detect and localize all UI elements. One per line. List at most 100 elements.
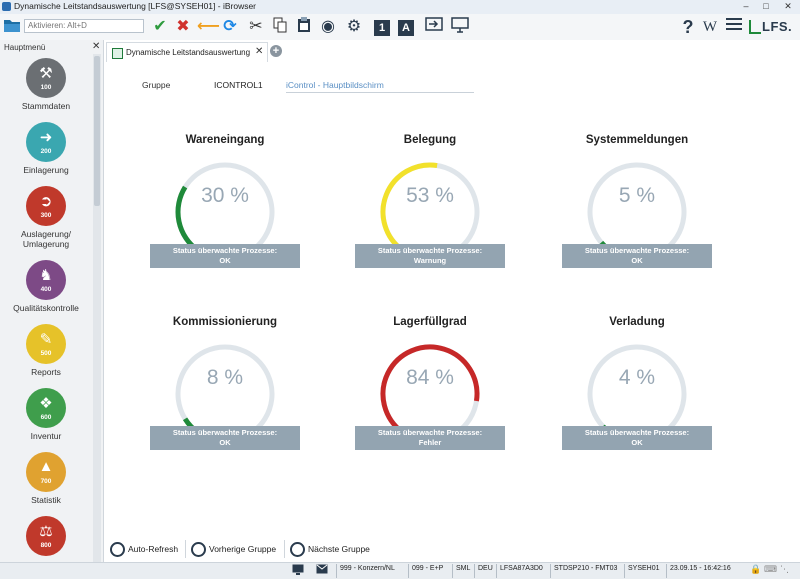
status-bar: 999 - Konzern/NL 099 - E+P SML DEU LFSA8… (0, 562, 800, 579)
menu-item-reports[interactable]: ✎ 500 Reports (0, 324, 92, 388)
group-code: ICONTROL1 (214, 80, 263, 90)
font-a-icon[interactable]: A (396, 17, 416, 37)
divider (496, 564, 497, 578)
sidebar-scrollbar[interactable] (93, 54, 101, 562)
gauge-title: Systemmeldungen (585, 134, 689, 146)
store-out-icon: ➲ (39, 193, 53, 210)
export-icon[interactable] (424, 17, 444, 37)
menu-item-statistik[interactable]: ▲ 700 Statistik (0, 452, 92, 516)
monitor-icon[interactable] (450, 17, 470, 37)
status-language: DEU (478, 565, 493, 572)
gauge-value: 5 % (618, 184, 656, 207)
font-a-label: A (398, 20, 414, 36)
gauge-status: Status überwachte Prozesse: OK (150, 426, 300, 450)
menu-item-circle: ⚖ 800 (26, 516, 66, 556)
status-module: SML (456, 565, 471, 572)
divider (624, 564, 625, 578)
gauge-status-caption: Status überwachte Prozesse: (377, 428, 483, 437)
minimize-icon[interactable]: – (736, 0, 756, 13)
menu-item-qualitaetskontrolle[interactable]: ♞ 400 Qualitätskontrolle (0, 260, 92, 324)
menu-item-label: Statistik (31, 495, 61, 505)
settings-icon[interactable]: ⚙ (344, 17, 364, 37)
previous-group-radio[interactable] (191, 542, 206, 557)
gauge-status: Status überwachte Prozesse: Warnung (355, 244, 505, 268)
cut-icon[interactable]: ✂ (246, 17, 266, 37)
font-1-icon[interactable]: 1 (372, 17, 392, 37)
gauge-status-caption: Status überwachte Prozesse: (377, 246, 483, 255)
divider (284, 540, 285, 558)
wiki-icon[interactable]: W (700, 17, 720, 37)
copy-icon[interactable] (270, 17, 290, 37)
paste-icon[interactable] (294, 17, 314, 37)
status-device: STDSP210 - FMT03 (554, 565, 618, 572)
divider (452, 564, 453, 578)
gauge-status-caption: Status überwachte Prozesse: (584, 246, 690, 255)
status-datetime: 23.09.15 - 16:42:16 (670, 565, 731, 572)
menu-item-circle: ➜ 200 (26, 122, 66, 162)
menu-icon[interactable] (724, 17, 744, 37)
toolbar: ✔ ✖ ⟵ ⟳ ✂ ◉ ⚙ 1 A ? W LFS. (0, 14, 800, 41)
divider (666, 564, 667, 578)
folder-icon[interactable] (2, 17, 22, 37)
menu-item-stammdaten[interactable]: ⚒ 100 Stammdaten (0, 58, 92, 122)
status-session: LFSA87A3D0 (500, 565, 543, 572)
gauge-status-value: Fehler (418, 437, 442, 447)
menu-item-einlagerung[interactable]: ➜ 200 Einlagerung (0, 122, 92, 186)
menu-item-circle: ♞ 400 (26, 260, 66, 300)
resize-grip-icon: ⋱ (780, 564, 789, 574)
gauge-lagerfuellgrad: Lagerfüllgrad 84 % Status überwachte Pro… (345, 316, 515, 486)
menu-item-circle: ❖ 600 (26, 388, 66, 428)
gauge-status-value: OK (631, 437, 643, 447)
divider (474, 564, 475, 578)
menu-item-circle: ▲ 700 (26, 452, 66, 492)
menu-item-800[interactable]: ⚖ 800 (0, 516, 92, 562)
maximize-icon[interactable]: □ (756, 0, 776, 13)
close-window-icon[interactable]: ✕ (778, 0, 798, 13)
gauge-status-value: OK (631, 255, 643, 265)
gauge-title: Belegung (403, 134, 457, 146)
tools-icon: ⚒ (39, 65, 53, 82)
gauge-belegung: Belegung 53 % Status überwachte Prozesse… (345, 134, 515, 304)
auto-refresh-radio[interactable] (110, 542, 125, 557)
desktop-icon[interactable] (292, 564, 304, 577)
gauge-status: Status überwachte Prozesse: Fehler (355, 426, 505, 450)
gauge-status-value: OK (219, 255, 231, 265)
sidebar-close-icon[interactable]: ✕ (92, 41, 100, 52)
main-menu-sidebar: Hauptmenü ✕ ⚒ 100 Stammdaten ➜ 200 Einla… (0, 40, 104, 562)
window-title: Dynamische Leitstandsauswertung [LFS@SYS… (14, 1, 257, 11)
add-tab-icon[interactable]: + (270, 45, 282, 57)
back-arrow-icon[interactable]: ⟵ (197, 17, 220, 37)
reports-icon: ✎ (39, 331, 53, 348)
gauge-value: 53 % (406, 184, 454, 207)
mail-icon[interactable] (316, 564, 328, 576)
menu-item-code: 200 (40, 148, 52, 155)
gauge-status: Status überwachte Prozesse: OK (150, 244, 300, 268)
gauge-value: 84 % (406, 366, 454, 389)
next-group-label: Nächste Gruppe (308, 544, 370, 554)
status-system: SYSEH01 (628, 565, 660, 572)
save-icon (112, 48, 123, 59)
menu-item-code: 600 (40, 414, 52, 421)
menu-item-label: Stammdaten (21, 101, 71, 111)
help-icon[interactable]: ? (678, 17, 698, 37)
divider (336, 564, 337, 578)
next-group-radio[interactable] (290, 542, 305, 557)
inventory-icon: ❖ (39, 395, 53, 412)
menu-item-inventur[interactable]: ❖ 600 Inventur (0, 388, 92, 452)
close-tab-icon[interactable]: ✕ (255, 46, 263, 57)
check-icon[interactable]: ✔ (150, 17, 170, 37)
gauge-title: Verladung (609, 316, 665, 328)
sidebar-scrollbar-thumb[interactable] (94, 56, 100, 206)
palette-icon[interactable]: ◉ (318, 17, 338, 37)
refresh-icon[interactable]: ⟳ (220, 17, 240, 37)
group-label: Gruppe (142, 80, 171, 90)
menu-item-circle: ➲ 300 (26, 186, 66, 226)
command-input[interactable] (24, 19, 144, 33)
tab-dynamische-leitstandsauswertung[interactable]: Dynamische Leitstandsauswertung ✕ (106, 42, 268, 63)
gauge-value: 8 % (206, 366, 244, 389)
menu-item-label: Qualitätskontrolle (13, 303, 79, 313)
gauge-status-caption: Status überwachte Prozesse: (172, 428, 278, 437)
brand-logo-mark (749, 20, 761, 34)
cancel-icon[interactable]: ✖ (173, 17, 193, 37)
menu-item-auslagerung[interactable]: ➲ 300 Auslagerung/ Umlagerung (0, 186, 92, 250)
